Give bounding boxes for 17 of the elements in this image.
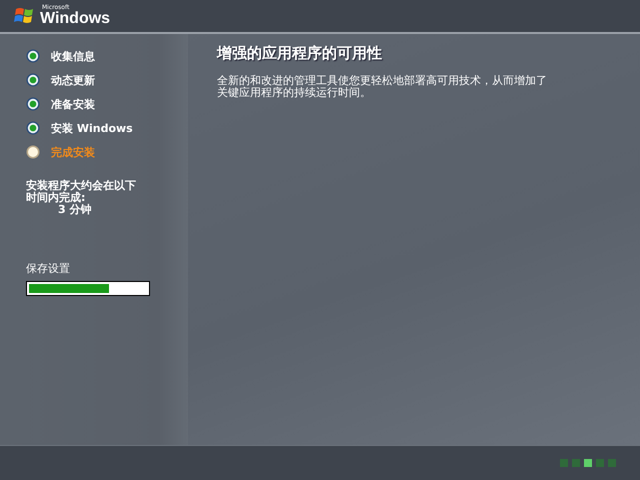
step-label: 收集信息: [51, 48, 95, 64]
time-estimate-text: 安装程序大约会在以下时间内完成:: [26, 180, 137, 204]
step-label: 完成安装: [51, 144, 95, 160]
completed-step-icon: [26, 121, 40, 135]
feature-description: 全新的和改进的管理工具使您更轻松地部署高可用技术，从而增加了关键应用程序的持续运行时间。: [217, 75, 548, 99]
windows-flag-icon: [14, 6, 36, 26]
logo-text: Windows: [40, 11, 110, 27]
time-remaining: 3 分钟: [57, 204, 92, 216]
completed-step-icon: [26, 49, 40, 63]
feature-title: 增强的应用程序的可用性: [217, 44, 383, 63]
completed-step-icon: [26, 73, 40, 87]
step-label: 动态更新: [51, 72, 95, 88]
current-step-icon: [26, 145, 40, 159]
step-label: 准备安装: [51, 96, 95, 112]
completed-step-icon: [26, 97, 40, 111]
step-label: 安装 Windows: [51, 120, 133, 136]
task-label: 保存设置: [26, 261, 71, 276]
